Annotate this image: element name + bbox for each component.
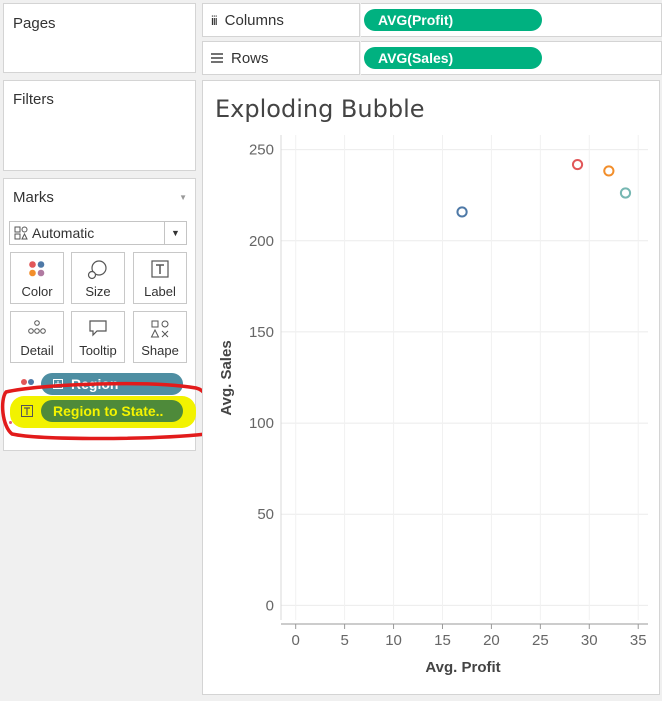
columns-label: Columns — [224, 11, 284, 29]
columns-shelf-label: iii Columns — [202, 3, 360, 37]
rows-icon — [211, 53, 223, 63]
marks-menu-icon[interactable]: ▼ — [179, 193, 187, 202]
rows-label: Rows — [231, 49, 269, 67]
detail-button[interactable]: Detail — [10, 311, 64, 363]
size-label: Size — [85, 284, 111, 299]
columns-icon: iii — [211, 12, 218, 28]
tooltip-button[interactable]: Tooltip — [71, 311, 125, 363]
pages-shelf[interactable]: Pages — [3, 3, 196, 73]
label-label: Label — [144, 284, 176, 299]
view-panel — [202, 80, 660, 695]
detail-icon — [28, 320, 46, 334]
size-button[interactable]: Size — [71, 252, 125, 304]
rows-shelf-label: Rows — [202, 41, 360, 75]
color-label: Color — [21, 284, 53, 299]
chevron-down-icon[interactable]: ▼ — [164, 222, 186, 244]
shape-icon — [150, 320, 169, 338]
chart-title: Exploding Bubble — [215, 95, 425, 123]
filters-title: Filters — [13, 91, 54, 108]
marks-title: Marks — [13, 189, 54, 206]
columns-pill[interactable]: AVG(Profit) — [364, 9, 542, 31]
filters-shelf[interactable]: Filters — [3, 80, 196, 171]
tooltip-label: Tooltip — [79, 343, 117, 358]
tooltip-icon — [89, 320, 107, 337]
columns-pill-label: AVG(Profit) — [378, 12, 454, 28]
shape-label: Shape — [141, 343, 179, 358]
automatic-icon — [14, 226, 28, 240]
color-button[interactable]: Color — [10, 252, 64, 304]
label-icon — [151, 260, 169, 278]
label-button[interactable]: Label — [133, 252, 187, 304]
rows-pill-label: AVG(Sales) — [378, 50, 454, 66]
detail-label: Detail — [20, 343, 54, 358]
mark-type-select[interactable]: Automatic ▼ — [9, 221, 187, 245]
color-icon — [29, 261, 45, 277]
pages-title: Pages — [13, 15, 56, 32]
rows-pill[interactable]: AVG(Sales) — [364, 47, 542, 69]
annotation-outline — [0, 381, 212, 441]
size-icon — [87, 260, 107, 280]
shape-button[interactable]: Shape — [133, 311, 187, 363]
mark-type-value: Automatic — [32, 225, 95, 241]
